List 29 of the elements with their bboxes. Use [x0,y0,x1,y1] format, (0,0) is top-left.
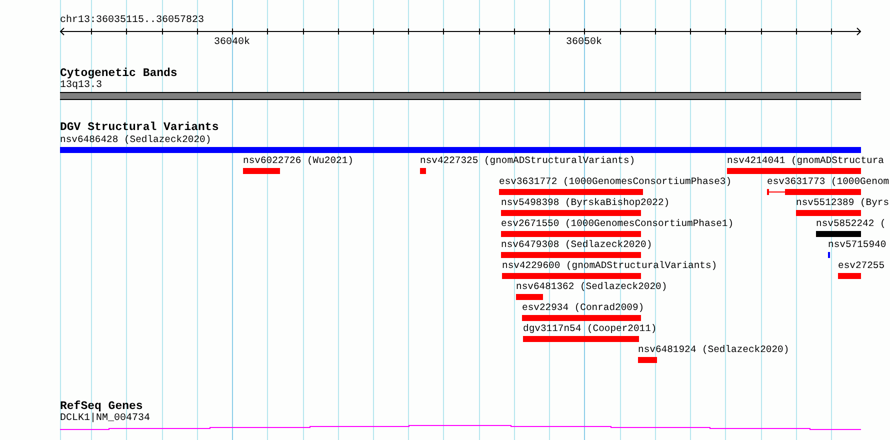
track-title: RefSeq Genes [60,400,143,413]
gene-label: DCLK1|NM_004734 [60,413,152,425]
variant-label[interactable]: esv27255 [838,260,885,272]
variant-label[interactable]: nsv4214041 (gnomADStructura [727,155,884,167]
band-label: 13q13.3 [60,80,104,92]
variant-label[interactable]: esv2671550 (1000GenomesConsortiumPhase1) [501,218,734,230]
location-label: chr13:36035115..36057823 [60,15,206,27]
track-title: Cytogenetic Bands [60,67,178,80]
variant-label[interactable]: esv3631773 (1000Genom [767,176,890,188]
variant-label[interactable]: nsv5498398 (ByrskaBishop2022) [501,197,670,209]
variant-label[interactable]: nsv4229600 (gnomADStructuralVariants) [502,260,718,272]
variant-label[interactable]: nsv6022726 (Wu2021) [243,155,354,167]
tick-label: 36050k [566,37,602,49]
variant-label[interactable]: esv22934 (Conrad2009) [522,302,644,314]
variant-label[interactable]: nsv6486428 (Sedlazeck2020) [60,134,212,146]
variant-label[interactable]: nsv5512389 (Byrs [796,197,890,209]
gene-feature[interactable] [60,425,861,430]
variant-label[interactable]: nsv5852242 ( [816,218,886,230]
variant-label[interactable]: esv3631772 (1000GenomesConsortiumPhase3) [499,176,732,188]
variant-label[interactable]: nsv6481924 (Sedlazeck2020) [638,344,790,356]
variant-label[interactable]: nsv6479308 (Sedlazeck2020) [501,239,652,251]
cytoband-bar[interactable] [60,92,861,100]
variant-label[interactable]: nsv4227325 (gnomADStructuralVariants) [420,155,636,167]
tick-label: 36040k [214,37,250,49]
variant-label[interactable]: dgv3117n54 (Cooper2011) [523,323,657,335]
variant-label[interactable]: nsv5715940 [828,239,886,251]
track-title: DGV Structural Variants [60,121,220,134]
variant-bar[interactable] [767,189,861,195]
variant-label[interactable]: nsv6481362 (Sedlazeck2020) [516,281,668,293]
